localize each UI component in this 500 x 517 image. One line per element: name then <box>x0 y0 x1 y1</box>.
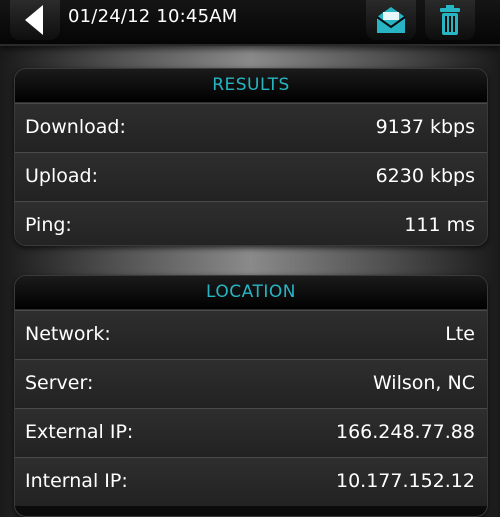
download-value: 9137 kbps <box>375 116 475 138</box>
download-row: Download: 9137 kbps <box>15 103 487 152</box>
internal-ip-label: Internal IP: <box>25 470 128 492</box>
upload-row: Upload: 6230 kbps <box>15 152 487 201</box>
mail-icon <box>376 7 406 33</box>
location-panel-title: LOCATION <box>15 276 487 310</box>
location-panel: LOCATION Network: Lte Server: Wilson, NC… <box>14 275 488 517</box>
external-ip-label: External IP: <box>25 421 134 443</box>
network-row: Network: Lte <box>15 310 487 359</box>
network-value: Lte <box>445 323 475 345</box>
upload-label: Upload: <box>25 165 98 187</box>
delete-result-button[interactable] <box>425 0 475 40</box>
results-panel-title: RESULTS <box>15 69 487 103</box>
server-label: Server: <box>25 372 94 394</box>
back-button[interactable] <box>10 0 60 40</box>
top-toolbar: 01/24/12 10:45AM <box>0 0 500 46</box>
email-results-button[interactable] <box>366 0 416 40</box>
ping-value: 111 ms <box>404 214 475 236</box>
upload-value: 6230 kbps <box>375 165 475 187</box>
internal-ip-row: Internal IP: 10.177.152.12 <box>15 457 487 506</box>
ping-label: Ping: <box>25 214 72 236</box>
download-label: Download: <box>25 116 126 138</box>
ping-row: Ping: 111 ms <box>15 201 487 245</box>
external-ip-row: External IP: 166.248.77.88 <box>15 408 487 457</box>
trash-icon <box>440 5 460 35</box>
internal-ip-value: 10.177.152.12 <box>335 470 475 492</box>
server-value: Wilson, NC <box>372 372 475 394</box>
test-timestamp: 01/24/12 10:45AM <box>68 6 238 27</box>
server-row: Server: Wilson, NC <box>15 359 487 408</box>
results-panel: RESULTS Download: 9137 kbps Upload: 6230… <box>14 68 488 246</box>
back-arrow-icon <box>25 5 43 35</box>
network-label: Network: <box>25 323 111 345</box>
external-ip-value: 166.248.77.88 <box>335 421 475 443</box>
